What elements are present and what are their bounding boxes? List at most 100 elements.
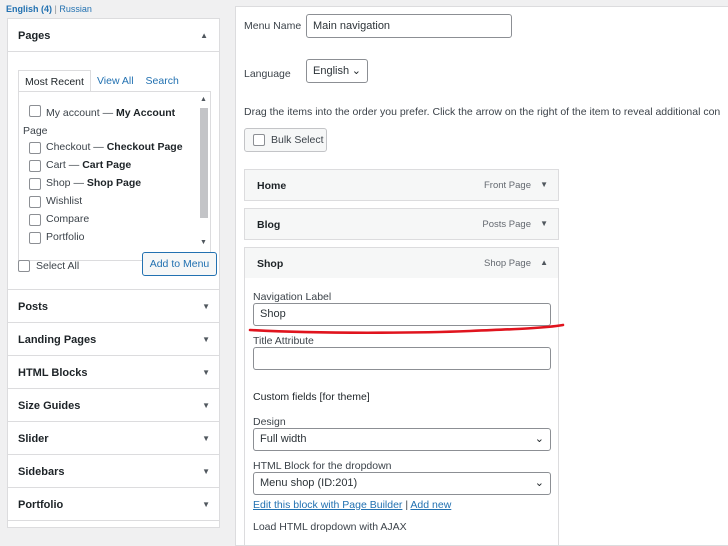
list-item[interactable]: Checkout — Checkout Page — [23, 141, 195, 159]
section-html-blocks[interactable]: HTML Blocks ▼ — [8, 356, 219, 389]
navigation-label-input[interactable]: Shop — [253, 303, 551, 326]
page-title: Portfolio — [46, 231, 85, 243]
section-slider[interactable]: Slider ▼ — [8, 422, 219, 455]
menu-item-title: Blog — [257, 219, 281, 231]
expand-arrow-icon[interactable]: ▼ — [202, 434, 210, 443]
menu-item-settings: Navigation Label Shop Title Attribute Cu… — [244, 278, 559, 545]
section-sidebars[interactable]: Sidebars ▼ — [8, 455, 219, 488]
page-separator: — — [99, 107, 117, 119]
list-item[interactable]: Portfolio — [23, 231, 195, 249]
chevron-down-icon: ⌄ — [351, 65, 361, 77]
list-item[interactable]: Compare — [23, 213, 195, 231]
list-item[interactable]: Shop — Shop Page — [23, 177, 195, 195]
menu-structure-panel: Menu Name Main navigation Language Engli… — [235, 6, 728, 546]
menu-instructions: Drag the items into the order you prefer… — [244, 106, 721, 118]
menu-item-title: Home — [257, 180, 287, 192]
page-checkbox[interactable] — [29, 214, 41, 226]
page-separator: — — [70, 177, 87, 189]
section-title: Landing Pages — [18, 334, 97, 346]
section-size-guides[interactable]: Size Guides ▼ — [8, 389, 219, 422]
page-checkbox[interactable] — [29, 142, 41, 154]
menu-item-blog[interactable]: Blog Posts Page ▼ — [244, 208, 559, 240]
scroll-down-arrow-icon[interactable]: ▼ — [200, 239, 207, 246]
select-all-control[interactable]: Select All — [18, 259, 79, 273]
page-type: Checkout Page — [106, 141, 183, 153]
expand-arrow-icon[interactable]: ▼ — [202, 368, 210, 377]
title-attribute-input[interactable] — [253, 347, 551, 370]
design-select[interactable]: Full width ⌄ — [253, 428, 551, 451]
page-title: My account — [46, 107, 100, 119]
tab-most-recent[interactable]: Most Recent — [18, 70, 91, 92]
page-title: Shop — [46, 177, 71, 189]
pages-section-header[interactable]: Pages ▲ — [8, 19, 219, 52]
design-label: Design — [253, 416, 286, 428]
select-all-checkbox[interactable] — [18, 260, 30, 272]
select-all-label: Select All — [36, 260, 80, 272]
bulk-select-button[interactable]: Bulk Select — [244, 128, 327, 152]
html-block-select[interactable]: Menu shop (ID:201) ⌄ — [253, 472, 551, 495]
page-checkbox[interactable] — [29, 232, 41, 244]
menu-name-input[interactable]: Main navigation — [306, 14, 512, 38]
html-block-links: Edit this block with Page Builder | Add … — [253, 499, 451, 511]
tab-search[interactable]: Search — [140, 70, 185, 92]
page-title: Checkout — [46, 141, 91, 153]
section-title: Size Guides — [18, 400, 81, 412]
language-separator: | — [54, 4, 57, 14]
menu-item-title: Shop — [257, 258, 284, 270]
menus-screen: English (4) | Russian Pages ▲ Most Recen… — [0, 0, 728, 546]
pages-tabs: Most Recent View All Search — [18, 70, 185, 92]
add-to-menu-button[interactable]: Add to Menu — [142, 252, 217, 276]
page-checkbox[interactable] — [29, 178, 41, 190]
language-english-link[interactable]: English (4) — [6, 4, 52, 14]
scrollbar[interactable]: ▲ ▼ — [198, 96, 209, 246]
page-checkbox[interactable] — [29, 105, 41, 117]
tab-view-all[interactable]: View All — [91, 70, 140, 92]
collapse-arrow-icon[interactable]: ▲ — [540, 258, 548, 267]
add-menu-items-panel: Pages ▲ Most Recent View All Search My a… — [7, 18, 220, 528]
list-item[interactable]: Cart — Cart Page — [23, 159, 195, 177]
section-title: Posts — [18, 301, 48, 313]
section-landing-pages[interactable]: Landing Pages ▼ — [8, 323, 219, 356]
section-portfolio[interactable]: Portfolio ▼ — [8, 488, 219, 521]
html-block-label: HTML Block for the dropdown — [253, 460, 392, 472]
expand-arrow-icon[interactable]: ▼ — [202, 302, 210, 311]
bulk-select-label: Bulk Select — [271, 134, 324, 146]
page-type: My Account — [116, 107, 176, 119]
scrollbar-thumb[interactable] — [200, 108, 208, 218]
custom-fields-heading: Custom fields [for theme] — [253, 391, 370, 403]
menu-name-label: Menu Name — [244, 20, 302, 32]
scroll-up-arrow-icon[interactable]: ▲ — [200, 96, 207, 103]
ajax-dropdown-label: Load HTML dropdown with AJAX — [253, 521, 407, 533]
expand-arrow-icon[interactable]: ▼ — [202, 335, 210, 344]
language-select-value: English — [313, 65, 350, 77]
bulk-select-checkbox[interactable] — [253, 134, 265, 146]
menu-item-home[interactable]: Home Front Page ▼ — [244, 169, 559, 201]
list-item[interactable]: Wishlist — [23, 195, 195, 213]
expand-arrow-icon[interactable]: ▼ — [540, 219, 548, 228]
add-new-link[interactable]: Add new — [410, 499, 451, 511]
language-switcher: English (4) | Russian — [6, 4, 92, 14]
page-checkbox[interactable] — [29, 160, 41, 172]
edit-block-link[interactable]: Edit this block with Page Builder — [253, 499, 402, 511]
page-separator: — — [90, 141, 107, 153]
page-type-wrap: Page — [23, 125, 48, 137]
page-checkbox[interactable] — [29, 196, 41, 208]
section-title: Sidebars — [18, 466, 65, 478]
expand-arrow-icon[interactable]: ▼ — [202, 467, 210, 476]
page-separator: — — [65, 159, 83, 171]
section-posts[interactable]: Posts ▼ — [8, 290, 219, 323]
menu-item-shop[interactable]: Shop Shop Page ▲ — [244, 247, 559, 279]
page-title: Compare — [46, 213, 90, 225]
chevron-down-icon: ⌄ — [534, 433, 544, 445]
collapse-arrow-icon[interactable]: ▲ — [200, 31, 208, 40]
language-russian-link[interactable]: Russian — [59, 4, 92, 14]
expand-arrow-icon[interactable]: ▼ — [540, 180, 548, 189]
link-separator: | — [405, 499, 409, 511]
expand-arrow-icon[interactable]: ▼ — [202, 401, 210, 410]
page-type: Shop Page — [86, 177, 142, 189]
expand-arrow-icon[interactable]: ▼ — [202, 500, 210, 509]
menu-item-sections: Posts ▼ Landing Pages ▼ HTML Blocks ▼ Size … — [8, 290, 219, 521]
language-select[interactable]: English ⌄ — [306, 59, 368, 83]
list-item[interactable]: My account — My Account Page — [23, 104, 195, 141]
pages-checklist-panel: My account — My Account Page Checkout — … — [18, 91, 211, 261]
